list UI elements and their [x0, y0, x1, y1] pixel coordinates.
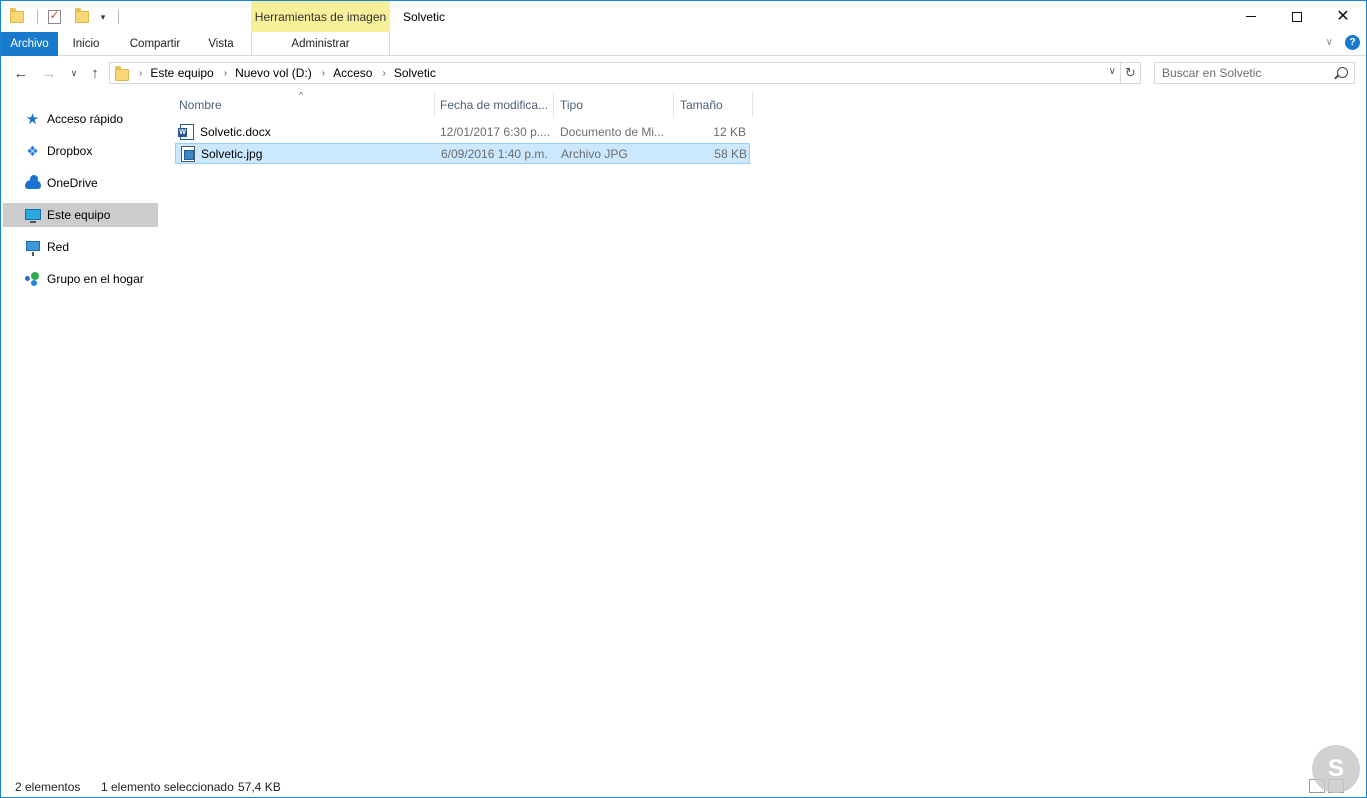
column-header-date[interactable]: Fecha de modifica... [436, 92, 554, 117]
cloud-icon [24, 175, 41, 191]
chevron-down-icon[interactable]: ∨ [1109, 66, 1116, 77]
file-name: Solvetic.jpg [201, 147, 263, 161]
sidebar-item-homegroup[interactable]: Grupo en el hogar [3, 267, 158, 291]
search-icon[interactable] [1337, 67, 1348, 78]
maximize-button[interactable] [1274, 1, 1320, 32]
sidebar-item-onedrive[interactable]: OneDrive [3, 171, 158, 195]
chevron-right-icon[interactable]: › [322, 68, 325, 79]
minimize-icon [1246, 16, 1256, 17]
forward-arrow-icon[interactable]: → [40, 65, 58, 82]
homegroup-icon [24, 271, 41, 287]
toolbar-divider [118, 10, 119, 24]
table-row[interactable]: Solvetic.docx 12/01/2017 6:30 p.... Docu… [175, 122, 750, 143]
address-bar[interactable]: › Este equipo › Nuevo vol (D:) › Acceso … [109, 62, 1121, 84]
tab-share[interactable]: Compartir [114, 32, 196, 56]
tab-home[interactable]: Inicio [58, 32, 114, 56]
folder-icon[interactable] [9, 8, 25, 25]
breadcrumb-item[interactable]: Este equipo [150, 66, 213, 80]
breadcrumb-item[interactable]: Acceso [333, 66, 372, 80]
close-icon: ✕ [1336, 7, 1350, 25]
file-name: Solvetic.docx [200, 125, 271, 139]
file-list: ^ Nombre Fecha de modifica... Tipo Tamañ… [175, 90, 1365, 770]
file-type: Archivo JPG [561, 147, 628, 161]
column-header-type[interactable]: Tipo [556, 92, 674, 117]
new-folder-icon[interactable] [74, 8, 90, 25]
file-date: 6/09/2016 1:40 p.m. [441, 147, 548, 161]
sidebar-item-network[interactable]: Red [3, 235, 158, 259]
toolbar-divider [37, 10, 38, 24]
tab-file[interactable]: Archivo [1, 32, 58, 56]
sidebar-item-quick-access[interactable]: ★ Acceso rápido [3, 107, 158, 131]
window-title: Solvetic [403, 10, 446, 24]
file-date: 12/01/2017 6:30 p.... [440, 125, 551, 139]
chevron-right-icon[interactable]: › [382, 68, 385, 79]
help-icon[interactable]: ? [1345, 35, 1360, 50]
sidebar-item-label: Red [47, 240, 70, 254]
sidebar-item-this-pc[interactable]: Este equipo [3, 203, 158, 227]
properties-icon[interactable] [46, 8, 62, 25]
file-size: 58 KB [714, 147, 747, 161]
quick-access-toolbar: ▾ [9, 7, 127, 27]
sidebar-item-label: Grupo en el hogar [47, 272, 144, 286]
sidebar-item-label: Acceso rápido [47, 112, 124, 126]
explorer-window: ▾ Herramientas de imagen Solvetic ✕ Arch… [0, 0, 1367, 798]
status-bar: 2 elementos 1 elemento seleccionado 57,4… [1, 776, 1366, 798]
title-bar: ▾ Herramientas de imagen Solvetic ✕ [1, 1, 1366, 32]
recent-locations-icon[interactable]: ∨ [65, 65, 83, 81]
context-tab-header: Herramientas de imagen [251, 1, 390, 32]
column-header-size[interactable]: Tamaño [676, 92, 753, 117]
file-size: 12 KB [713, 125, 746, 139]
navigation-pane: ★ Acceso rápido ❖ Dropbox OneDrive Este … [1, 90, 161, 770]
folder-icon [115, 65, 129, 81]
status-item-count: 2 elementos [15, 780, 81, 794]
search-box [1154, 62, 1355, 84]
ribbon-right-controls: ∨ ? [1326, 35, 1360, 50]
star-icon: ★ [25, 110, 40, 128]
navigation-bar: ← → ∨ ↑ › Este equipo › Nuevo vol (D:) ›… [1, 56, 1366, 90]
image-file-icon [181, 146, 195, 162]
column-header-name[interactable]: Nombre [175, 92, 435, 117]
status-size: 57,4 KB [238, 780, 281, 794]
watermark-logo: S [1312, 745, 1360, 793]
dropbox-icon: ❖ [26, 143, 39, 159]
customize-toolbar-icon[interactable]: ▾ [94, 9, 110, 25]
table-row[interactable]: Solvetic.jpg 6/09/2016 1:40 p.m. Archivo… [175, 143, 750, 164]
close-button[interactable]: ✕ [1320, 1, 1366, 32]
expand-ribbon-icon[interactable]: ∨ [1326, 37, 1333, 48]
file-type: Documento de Mi... [560, 125, 665, 139]
ribbon-tabs: Archivo Inicio Compartir Vista Administr… [1, 32, 1366, 56]
search-input[interactable] [1155, 63, 1325, 83]
network-icon [24, 239, 41, 256]
chevron-right-icon[interactable]: › [139, 68, 142, 79]
minimize-button[interactable] [1228, 1, 1274, 32]
refresh-icon[interactable]: ↻ [1121, 62, 1141, 84]
up-arrow-icon[interactable]: ↑ [86, 65, 104, 82]
computer-icon [24, 207, 41, 223]
breadcrumb-item[interactable]: Nuevo vol (D:) [235, 66, 312, 80]
sidebar-item-label: Dropbox [47, 144, 93, 158]
back-arrow-icon[interactable]: ← [12, 65, 30, 82]
sidebar-item-label: OneDrive [47, 176, 98, 190]
breadcrumb-item[interactable]: Solvetic [394, 66, 436, 80]
maximize-icon [1292, 11, 1302, 22]
chevron-right-icon[interactable]: › [224, 68, 227, 79]
window-controls: ✕ [1228, 1, 1366, 32]
word-document-icon [178, 124, 194, 140]
tab-view[interactable]: Vista [196, 32, 246, 56]
sidebar-item-dropbox[interactable]: ❖ Dropbox [3, 139, 158, 163]
sidebar-item-label: Este equipo [47, 208, 111, 222]
status-selection: 1 elemento seleccionado [101, 780, 234, 794]
tab-manage[interactable]: Administrar [251, 32, 390, 56]
